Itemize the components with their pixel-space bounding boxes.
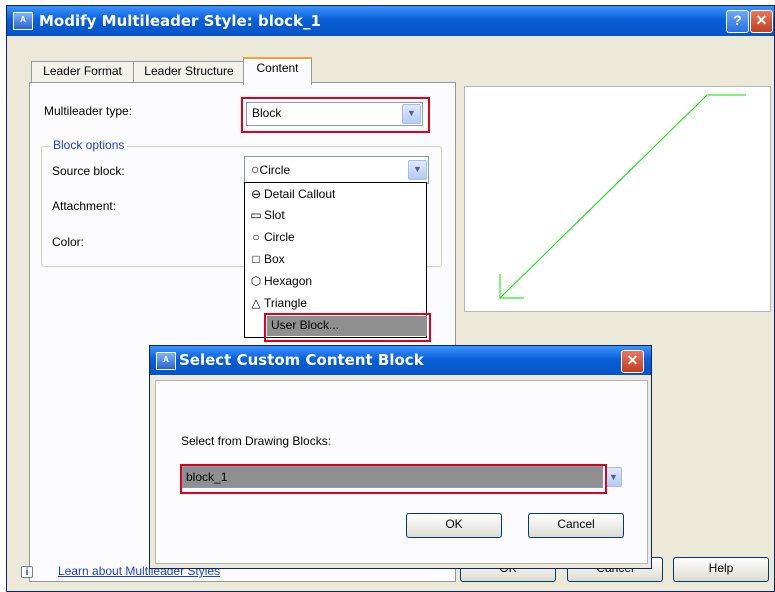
attachment-label: Attachment: [52,199,117,213]
tab-leader-structure[interactable]: Leader Structure [133,61,245,82]
box-icon: □ [252,252,260,266]
chevron-down-icon[interactable]: ▼ [408,160,427,180]
highlight-box [264,313,431,342]
hexagon-icon: ⬡ [250,274,262,288]
circle-icon: ○ [252,230,260,244]
preview-drawing [499,94,746,299]
tab-leader-format[interactable]: Leader Format [31,61,134,82]
highlight-box [241,97,430,133]
source-block-value: ○Circle [251,161,291,177]
chevron-down-icon[interactable]: ▼ [605,467,622,487]
list-item[interactable]: ▭ Slot [249,206,284,226]
list-item[interactable]: ○ Circle [249,228,294,248]
triangle-icon: △ [251,296,261,310]
source-block-select[interactable]: ○Circle ▼ [244,156,429,184]
source-block-label: Source block: [52,164,125,178]
sub-ok-button[interactable]: OK [406,513,502,538]
list-item[interactable]: △ Triangle [249,294,307,314]
leader-preview [464,86,771,312]
select-from-drawing-blocks-label: Select from Drawing Blocks: [181,434,332,448]
app-icon: A [13,12,33,30]
sub-dialog-title: Select Custom Content Block [179,351,424,369]
title-close-button[interactable]: ✕ [750,10,773,33]
sub-cancel-button[interactable]: Cancel [528,513,624,538]
leader-line [499,94,746,299]
sub-close-button[interactable]: ✕ [621,350,644,373]
title-bar: A Modify Multileader Style: block_1 ? ✕ [7,6,774,36]
highlight-box [180,464,607,494]
detail-callout-icon: ⊖ [250,187,262,201]
slot-icon: ▭ [250,208,262,222]
block-options-label: Block options [50,138,128,152]
info-icon: i [21,566,33,578]
multileader-type-label: Multileader type: [44,104,133,118]
tab-content[interactable]: Content [243,57,312,85]
list-item[interactable]: □ Box [249,250,284,270]
list-item[interactable]: ⊖ Detail Callout [249,185,335,205]
dialog-title: Modify Multileader Style: block_1 [39,12,321,30]
sub-title-bar: A Select Custom Content Block ✕ [150,346,651,375]
list-item[interactable]: ⬡ Hexagon [249,272,312,292]
app-icon: A [156,352,176,370]
help-button[interactable]: Help [673,557,769,582]
color-label: Color: [52,235,85,249]
title-help-button[interactable]: ? [726,10,749,33]
